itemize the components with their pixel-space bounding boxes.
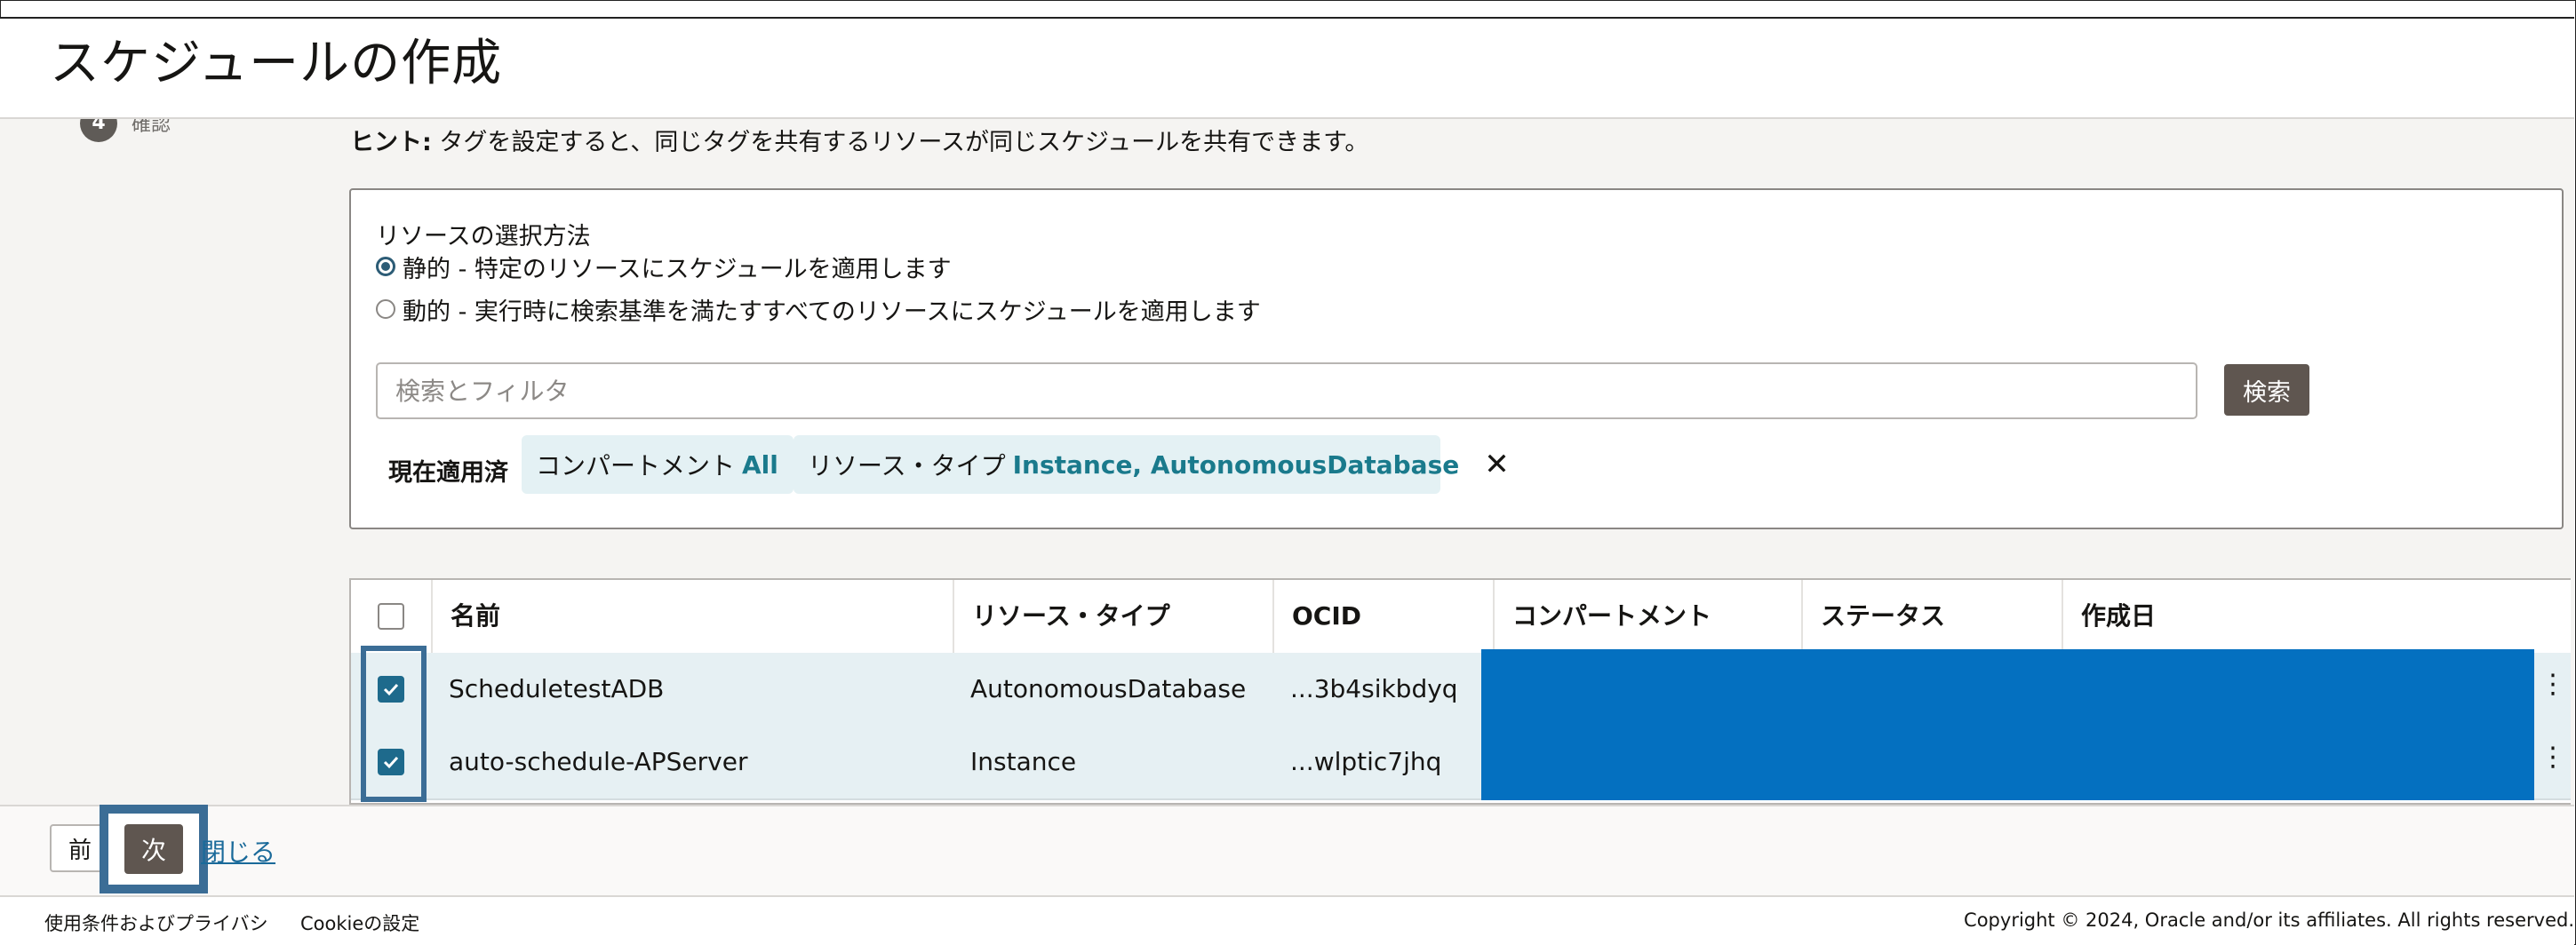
- column-header-status[interactable]: ステータス: [1801, 580, 2062, 653]
- page-title: スケジュールの作成: [50, 35, 503, 92]
- applied-filters-label: 現在適用済: [388, 459, 508, 487]
- row-actions-kebab-icon[interactable]: ⋮: [2540, 744, 2566, 771]
- column-header-resource-type[interactable]: リソース・タイプ: [953, 580, 1272, 653]
- column-header-created[interactable]: 作成日: [2062, 580, 2571, 653]
- hint-message: タグを設定すると、同じタグを共有するリソースが同じスケジュールを共有できます。: [431, 129, 1369, 156]
- radio-dynamic-label: 動的 - 実行時に検索基準を満たすすべてのリソースにスケジュールを適用します: [403, 298, 1261, 326]
- chip-key: リソース・タイプ: [808, 451, 1006, 480]
- select-all-checkbox[interactable]: [378, 603, 404, 630]
- column-header-name[interactable]: 名前: [431, 580, 953, 653]
- radio-button[interactable]: [376, 299, 395, 319]
- close-link[interactable]: 閉じる: [201, 833, 275, 869]
- column-header-compartment[interactable]: コンパートメント: [1493, 580, 1801, 653]
- copyright-text: Copyright © 2024, Oracle and/or its affi…: [1964, 909, 2574, 931]
- radio-dynamic[interactable]: 動的 - 実行時に検索基準を満たすすべてのリソースにスケジュールを適用します: [376, 293, 1261, 326]
- filter-chip-resource-type[interactable]: リソース・タイプ Instance, AutonomousDatabase ✕: [794, 435, 1510, 494]
- column-header-ocid[interactable]: OCID: [1272, 580, 1493, 653]
- cookie-settings-link[interactable]: Cookieの設定: [300, 909, 419, 936]
- hint-text: ヒント: タグを設定すると、同じタグを共有するリソースが同じスケジュールを共有で…: [350, 123, 1368, 157]
- radio-static-label: 静的 - 特定のリソースにスケジュールを適用します: [403, 255, 952, 283]
- redacted-area: [1481, 649, 2534, 800]
- filter-chip-compartment[interactable]: コンパートメント All: [522, 435, 794, 494]
- cell-ocid: ...3b4sikbdyq: [1290, 674, 1458, 703]
- chip-value: All: [742, 449, 778, 480]
- cell-ocid: ...wlptic7jhq: [1290, 747, 1442, 776]
- radio-button-selected[interactable]: [376, 257, 395, 276]
- hint-label: ヒント:: [350, 129, 432, 156]
- close-icon[interactable]: ✕: [1484, 449, 1510, 480]
- cell-resource-type: AutonomousDatabase: [970, 674, 1247, 703]
- cell-resource-type: Instance: [970, 747, 1077, 776]
- radio-static[interactable]: 静的 - 特定のリソースにスケジュールを適用します: [376, 250, 952, 283]
- search-button[interactable]: 検索: [2224, 364, 2309, 416]
- chip-key: コンパートメント: [536, 451, 736, 480]
- chip-value: Instance, AutonomousDatabase: [1012, 449, 1460, 480]
- search-filter-input[interactable]: [376, 362, 2197, 419]
- cell-name: ScheduletestADB: [449, 674, 665, 703]
- row-actions-kebab-icon[interactable]: ⋮: [2540, 671, 2566, 698]
- top-border: [0, 17, 2574, 19]
- next-button[interactable]: 次: [124, 824, 183, 874]
- wizard-footer: [0, 805, 2574, 895]
- panel-header: スケジュールの作成: [0, 18, 2574, 119]
- resource-selection-panel: リソースの選択方法 静的 - 特定のリソースにスケジュールを適用します 動的 -…: [349, 188, 2564, 529]
- legal-footer: 使用条件およびプライバシ Cookieの設定 Copyright © 2024,…: [0, 895, 2574, 945]
- selection-method-title: リソースの選択方法: [376, 223, 591, 250]
- cell-name: auto-schedule-APServer: [449, 747, 748, 776]
- terms-privacy-link[interactable]: 使用条件およびプライバシ: [44, 909, 268, 936]
- table-header: 名前 リソース・タイプ OCID コンパートメント ステータス 作成日: [351, 580, 2571, 655]
- highlight-checkboxes-callout: [361, 646, 427, 802]
